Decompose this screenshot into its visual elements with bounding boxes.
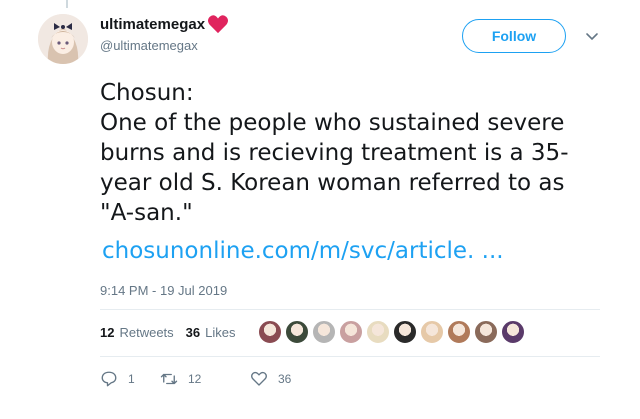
heart-outline-icon: [251, 371, 267, 386]
follow-button[interactable]: Follow: [462, 19, 566, 53]
retweet-count: 12: [188, 372, 202, 386]
user-name-row: ultimatemegax: [100, 14, 229, 34]
reply-count: 1: [128, 372, 135, 386]
tweet-timestamp[interactable]: 9:14 PM - 19 Jul 2019: [100, 283, 227, 298]
liker-avatar[interactable]: [474, 320, 498, 344]
liker-avatar[interactable]: [285, 320, 309, 344]
liker-avatar[interactable]: [501, 320, 525, 344]
liker-avatar[interactable]: [312, 320, 336, 344]
retweet-button[interactable]: 12: [160, 370, 250, 388]
heart-emoji-icon: [208, 15, 229, 34]
user-handle[interactable]: @ultimatemegax: [100, 38, 198, 53]
tweet-actions: 1 12 36: [100, 370, 330, 388]
liker-avatar[interactable]: [258, 320, 282, 344]
chevron-down-icon[interactable]: [585, 30, 599, 44]
tweet-text-line: One of the people who sustained severe: [100, 110, 565, 136]
liker-avatar[interactable]: [366, 320, 390, 344]
liker-avatar[interactable]: [339, 320, 363, 344]
reply-icon: [101, 371, 117, 387]
tweet-text: Chosun: One of the people who sustained …: [100, 78, 600, 228]
retweets-stat[interactable]: 12 Retweets: [100, 325, 174, 340]
liker-avatars: [258, 320, 528, 344]
avatar-image: [38, 14, 88, 64]
retweets-label: Retweets: [119, 325, 174, 340]
liker-avatar[interactable]: [393, 320, 417, 344]
retweets-count: 12: [100, 325, 115, 340]
tweet-text-line: Chosun:: [100, 80, 194, 106]
likes-count: 36: [185, 325, 201, 340]
display-name[interactable]: ultimatemegax: [100, 16, 205, 33]
tweet-text-line: burns and is recieving treatment is a 35…: [100, 140, 569, 166]
retweet-icon: [160, 373, 178, 385]
tweet-text-line: "A-san.": [100, 200, 193, 226]
divider: [100, 309, 600, 310]
reply-button[interactable]: 1: [100, 370, 160, 388]
likes-stat[interactable]: 36 Likes: [186, 325, 236, 340]
tweet-stats: 12 Retweets 36 Likes: [100, 325, 248, 340]
avatar[interactable]: [38, 14, 88, 64]
tweet-text-line: year old S. Korean woman referred to as: [100, 170, 565, 196]
like-count: 36: [278, 372, 292, 386]
liker-avatar[interactable]: [447, 320, 471, 344]
likes-label: Likes: [205, 325, 236, 340]
divider: [100, 356, 600, 357]
thread-connector: [66, 0, 68, 8]
article-link[interactable]: chosunonline.com/m/svc/article. ...: [102, 236, 504, 266]
liker-avatar[interactable]: [420, 320, 444, 344]
like-button[interactable]: 36: [250, 370, 330, 388]
